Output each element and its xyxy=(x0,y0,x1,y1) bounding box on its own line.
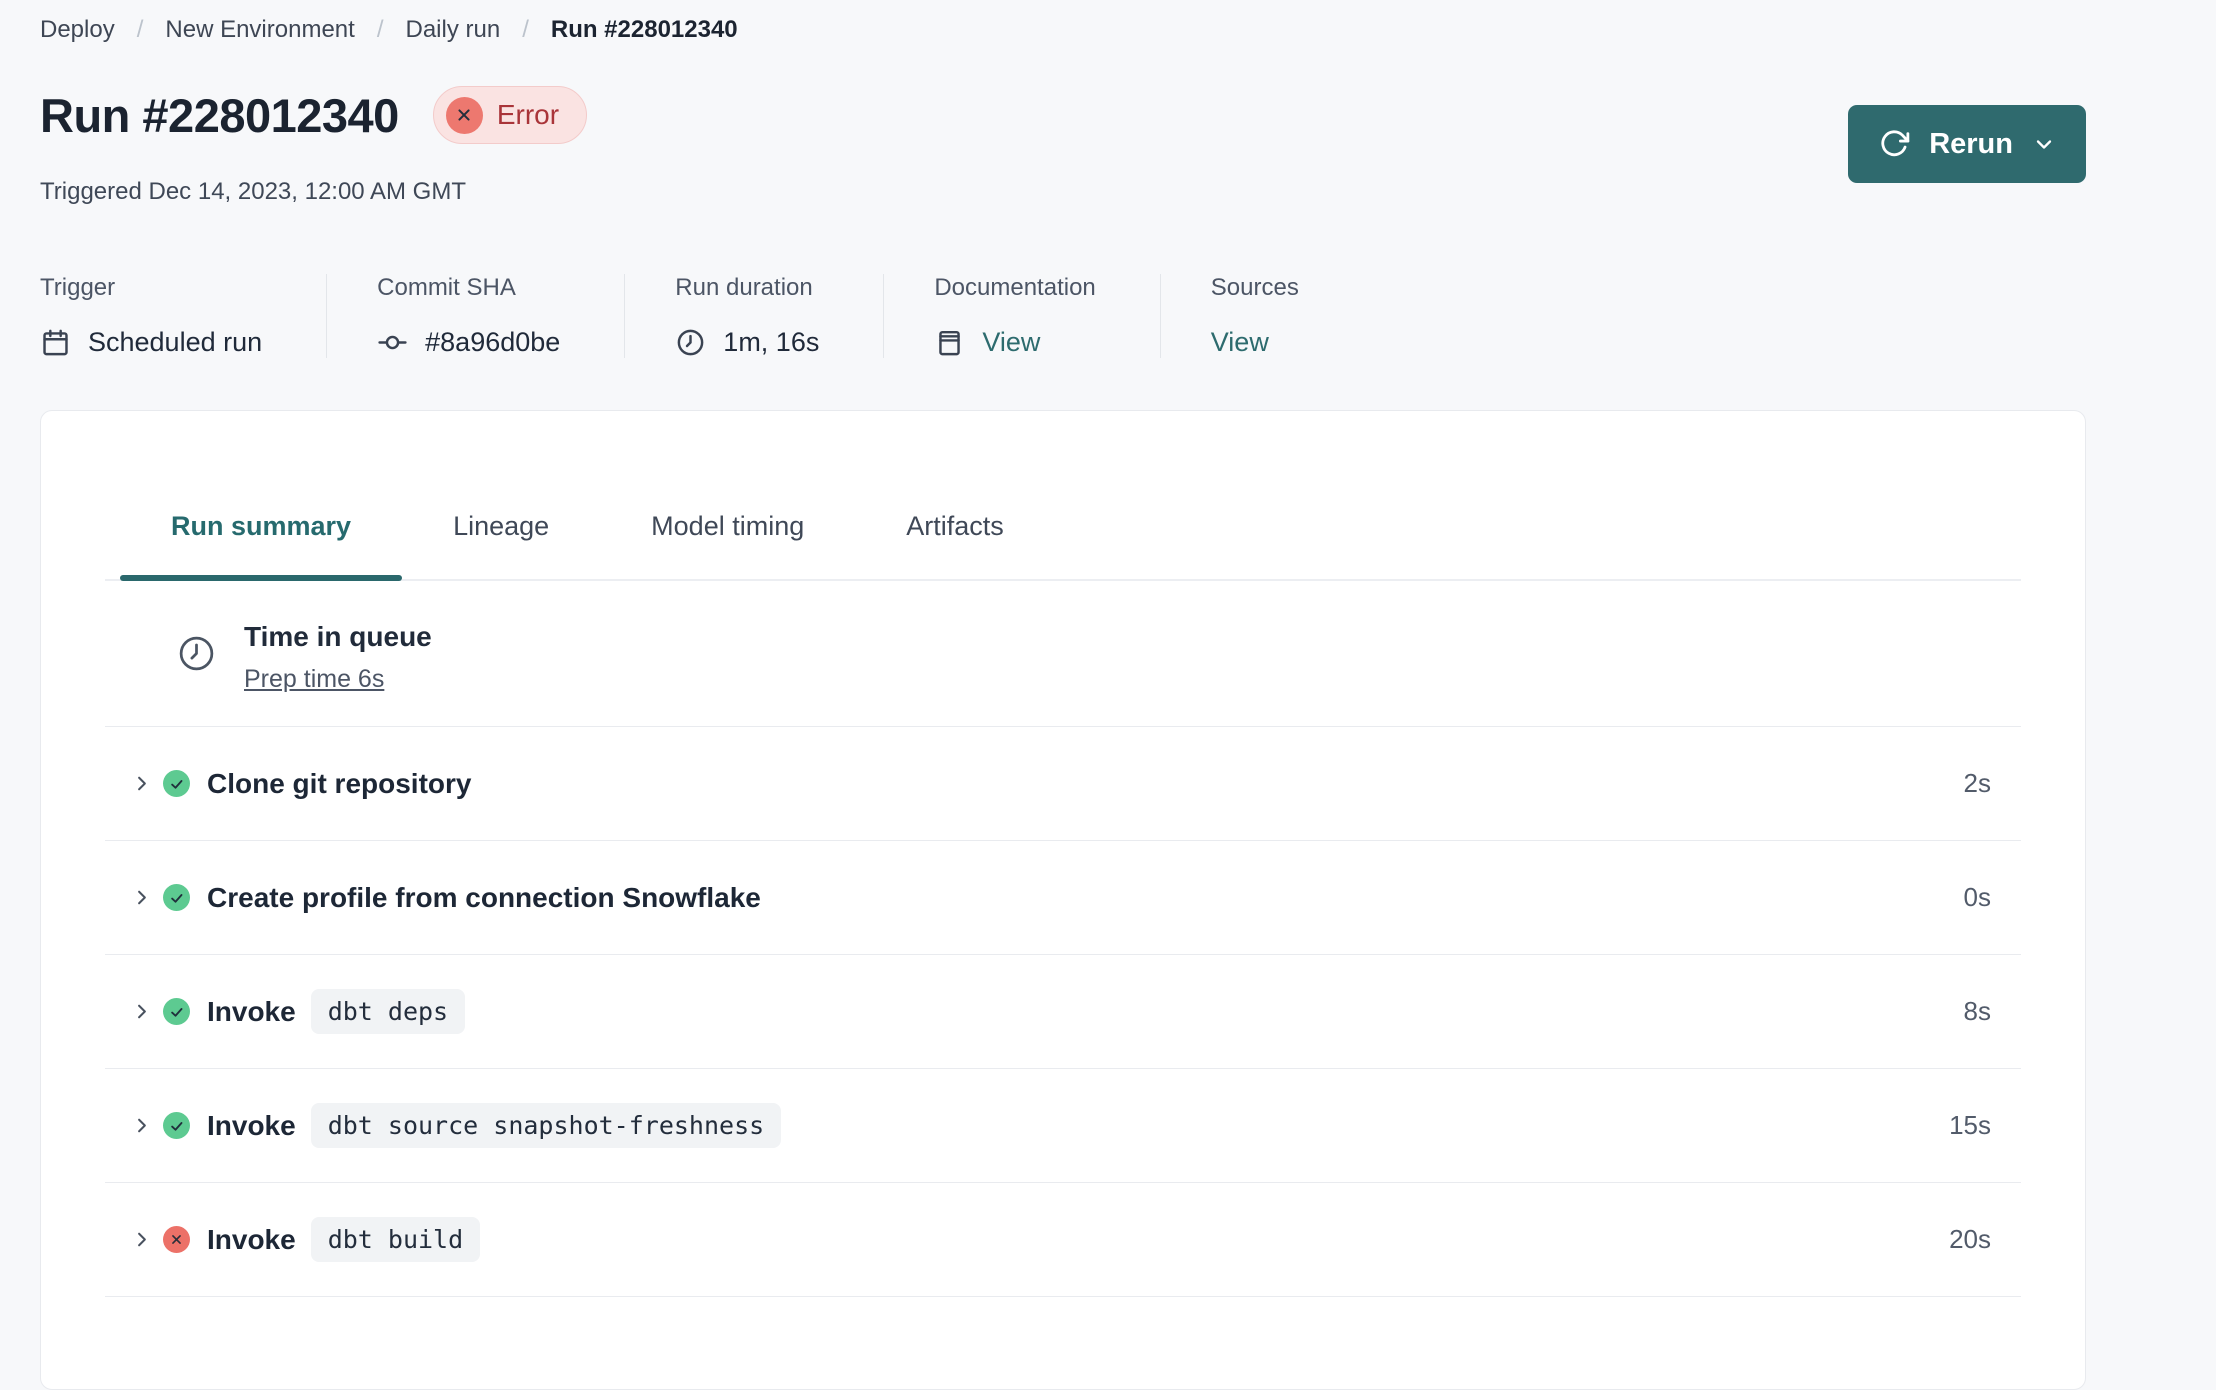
meta-value-duration: 1m, 16s xyxy=(723,327,820,357)
step-duration: 15s xyxy=(1949,1110,1991,1140)
step-duration: 8s xyxy=(1963,996,1991,1026)
status-badge: Error xyxy=(432,86,588,144)
meta-value-commit: #8a96d0be xyxy=(425,327,561,357)
prep-time-link[interactable]: Prep time 6s xyxy=(244,665,384,694)
command-chip: dbt deps xyxy=(310,989,466,1034)
step-label: Invoke xyxy=(207,1109,296,1141)
success-check-icon xyxy=(163,1112,190,1139)
rerun-button[interactable]: Rerun xyxy=(1848,105,2086,183)
command-chip: dbt build xyxy=(310,1217,481,1262)
calendar-icon xyxy=(40,327,71,358)
meta-sources: Sources View xyxy=(1159,274,1363,358)
meta-label: Trigger xyxy=(40,274,116,301)
chevron-down-icon xyxy=(2032,132,2056,156)
tab-model-timing[interactable]: Model timing xyxy=(600,511,855,579)
chevron-right-icon[interactable] xyxy=(130,1228,153,1251)
meta-documentation: Documentation View xyxy=(883,274,1159,358)
rerun-button-label: Rerun xyxy=(1929,127,2013,160)
clock-icon xyxy=(675,327,706,358)
step-row-dbt-deps[interactable]: Invoke dbt deps 8s xyxy=(105,955,2021,1069)
chevron-right-icon[interactable] xyxy=(130,886,153,909)
step-row-create-profile[interactable]: Create profile from connection Snowflake… xyxy=(105,841,2021,955)
triggered-timestamp: Triggered Dec 14, 2023, 12:00 AM GMT xyxy=(40,178,466,205)
meta-label: Run duration xyxy=(675,274,813,301)
page-title: Run #228012340 xyxy=(40,88,399,142)
breadcrumb-job[interactable]: Daily run xyxy=(405,16,500,44)
commit-icon xyxy=(377,327,408,358)
run-detail-page: Deploy / New Environment / Daily run / R… xyxy=(0,0,2216,1390)
tab-run-summary[interactable]: Run summary xyxy=(120,511,403,581)
title-block: Run #228012340 Error Triggered Dec 14, 2… xyxy=(40,86,588,206)
command-chip: dbt source snapshot-freshness xyxy=(310,1103,782,1148)
step-duration: 20s xyxy=(1949,1224,1991,1254)
breadcrumb-separator: / xyxy=(522,16,529,43)
meta-trigger: Trigger Scheduled run xyxy=(40,274,326,358)
x-circle-icon xyxy=(445,96,483,134)
chevron-right-icon[interactable] xyxy=(130,1114,153,1137)
step-duration: 2s xyxy=(1963,768,1991,798)
tab-lineage[interactable]: Lineage xyxy=(402,511,600,579)
meta-run-duration: Run duration 1m, 16s xyxy=(624,274,883,358)
breadcrumb-separator: / xyxy=(376,16,384,43)
run-meta-strip: Trigger Scheduled run Commit SHA #8a96d0… xyxy=(40,274,2086,358)
documentation-view-link[interactable]: View xyxy=(982,327,1040,358)
book-icon xyxy=(934,327,965,358)
breadcrumb-environment[interactable]: New Environment xyxy=(165,16,354,44)
clock-icon xyxy=(176,633,217,694)
time-in-queue-title: Time in queue xyxy=(244,621,432,652)
step-label: Invoke xyxy=(207,995,296,1027)
breadcrumb: Deploy / New Environment / Daily run / R… xyxy=(40,16,2086,44)
meta-label: Commit SHA xyxy=(377,274,516,301)
tab-bar: Run summary Lineage Model timing Artifac… xyxy=(105,511,2021,581)
step-row-dbt-source-freshness[interactable]: Invoke dbt source snapshot-freshness 15s xyxy=(105,1069,2021,1183)
success-check-icon xyxy=(163,998,190,1025)
success-check-icon xyxy=(163,884,190,911)
run-summary-card: Run summary Lineage Model timing Artifac… xyxy=(40,410,2086,1390)
meta-label: Sources xyxy=(1210,274,1299,301)
step-duration: 0s xyxy=(1963,882,1991,912)
refresh-icon xyxy=(1878,128,1910,160)
breadcrumb-current-run: Run #228012340 xyxy=(550,16,738,43)
error-x-icon xyxy=(163,1226,190,1253)
meta-label: Documentation xyxy=(934,274,1096,301)
step-label: Invoke xyxy=(207,1223,296,1255)
breadcrumb-separator: / xyxy=(136,16,144,43)
chevron-right-icon[interactable] xyxy=(130,1000,153,1023)
step-label: Clone git repository xyxy=(207,767,472,799)
success-check-icon xyxy=(163,770,190,797)
sources-view-link[interactable]: View xyxy=(1211,327,1269,358)
time-in-queue-section: Time in queue Prep time 6s xyxy=(105,581,2021,727)
tab-artifacts[interactable]: Artifacts xyxy=(855,511,1055,579)
status-badge-label: Error xyxy=(496,99,560,130)
step-label: Create profile from connection Snowflake xyxy=(207,881,761,913)
page-header: Run #228012340 Error Triggered Dec 14, 2… xyxy=(40,86,2086,206)
step-row-dbt-build[interactable]: Invoke dbt build 20s xyxy=(105,1183,2021,1297)
chevron-right-icon[interactable] xyxy=(130,772,153,795)
meta-value-trigger: Scheduled run xyxy=(88,327,263,357)
breadcrumb-deploy[interactable]: Deploy xyxy=(40,16,115,44)
meta-commit-sha: Commit SHA #8a96d0be xyxy=(326,274,624,358)
step-row-clone-git[interactable]: Clone git repository 2s xyxy=(105,727,2021,841)
